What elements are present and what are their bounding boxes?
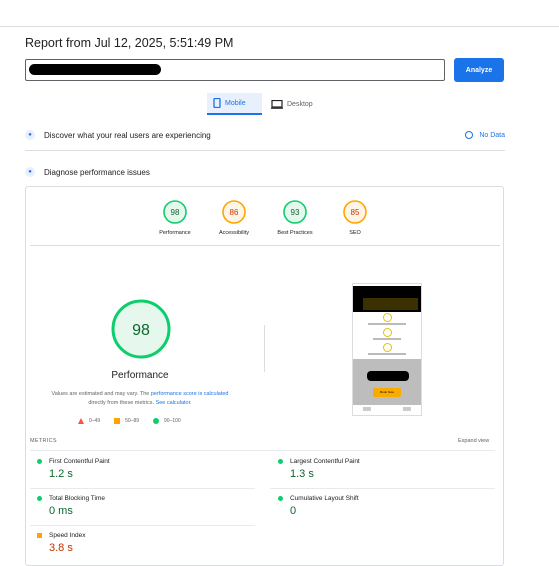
mobile-icon <box>213 98 221 108</box>
metric-value: 1.2 s <box>49 468 73 480</box>
metric-name: Total Blocking Time <box>49 495 105 502</box>
feature-icon <box>383 328 392 337</box>
redacted-text <box>367 371 409 381</box>
legend-fail-label: 0–49 <box>89 418 101 424</box>
pass-dot-icon <box>37 459 42 464</box>
metric-value: 3.8 s <box>49 542 73 554</box>
users-icon: ● <box>25 130 35 140</box>
tab-mobile-label: Mobile <box>225 99 246 107</box>
metric-divider <box>30 525 255 526</box>
metric-divider <box>30 488 255 489</box>
big-gauge-score: 98 <box>132 322 150 339</box>
url-input[interactable] <box>25 59 445 81</box>
estimate-note: Values are estimated and may vary. The p… <box>30 390 250 408</box>
real-users-heading: Discover what your real users are experi… <box>44 130 211 140</box>
score-gauge-performance[interactable]: 98 Performance <box>145 199 205 236</box>
score-gauge-best-practices[interactable]: 93 Best Practices <box>265 199 325 236</box>
metric-cls: Cumulative Layout Shift 0 <box>278 495 498 517</box>
info-icon <box>465 131 474 139</box>
vertical-divider <box>264 325 265 372</box>
pass-dot-icon <box>278 496 283 501</box>
gauge-ring: 85 <box>343 200 367 224</box>
redacted-url <box>29 64 161 75</box>
metric-name: Speed Index <box>49 532 86 539</box>
metric-speed-index: Speed Index 3.8 s <box>37 532 257 554</box>
metric-name: Cumulative Layout Shift <box>290 495 359 502</box>
gauge-label: Best Practices <box>277 230 313 236</box>
section-divider <box>25 150 505 151</box>
note-text-1: Values are estimated and may vary. The <box>51 391 151 397</box>
nav-item <box>403 407 411 411</box>
report-title: Report from Jul 12, 2025, 5:51:49 PM <box>25 36 234 50</box>
metric-divider <box>270 488 495 489</box>
metric-fcp: First Contentful Paint 1.2 s <box>37 458 257 480</box>
score-gauge-seo[interactable]: 85 SEO <box>325 199 385 236</box>
gauge-ring: 98 <box>163 200 187 224</box>
gauge-label: Accessibility <box>219 230 249 236</box>
performance-big-gauge: 98 <box>111 299 171 359</box>
header-divider <box>0 26 559 27</box>
gauge-label: SEO <box>349 230 361 236</box>
score-gauge-accessibility[interactable]: 86 Accessibility <box>204 199 264 236</box>
book-now-button: Book Now <box>373 388 401 397</box>
metric-value: 0 <box>290 505 297 517</box>
feature-icon <box>383 313 392 322</box>
square-icon <box>114 418 121 424</box>
tab-mobile[interactable]: Mobile <box>207 93 262 115</box>
gauge-score: 93 <box>291 208 300 217</box>
circle-icon <box>153 418 160 424</box>
pass-dot-icon <box>37 496 42 501</box>
legend-fail: 0–49 <box>78 418 100 424</box>
tab-desktop[interactable]: Desktop <box>265 93 325 115</box>
no-data-indicator: No Data <box>465 131 505 139</box>
average-square-icon <box>37 533 42 538</box>
legend-pass: 90–100 <box>153 418 181 424</box>
score-calc-link[interactable]: performance score is calculated <box>151 391 229 397</box>
score-legend: 0–49 50–89 90–100 <box>78 418 181 424</box>
text-line <box>373 338 401 340</box>
performance-title: Performance <box>111 370 169 381</box>
desktop-icon <box>271 99 283 109</box>
gauge-label: Performance <box>159 230 191 236</box>
no-data-label: No Data <box>479 131 505 139</box>
see-calculator-link[interactable]: See calculator. <box>156 400 192 406</box>
triangle-icon <box>78 418 84 424</box>
gauge-score: 85 <box>351 208 360 217</box>
nav-item <box>363 407 371 411</box>
gauge-score: 86 <box>230 208 239 217</box>
metric-lcp: Largest Contentful Paint 1.3 s <box>278 458 498 480</box>
text-line <box>368 323 406 325</box>
page-screenshot: Book Now <box>352 283 422 416</box>
expand-view-toggle[interactable]: Expand view <box>458 438 489 444</box>
note-text-2: directly from these metrics. <box>88 400 156 406</box>
metric-tbt: Total Blocking Time 0 ms <box>37 495 257 517</box>
feature-icon <box>383 343 392 352</box>
hero-image <box>353 359 421 405</box>
legend-average-label: 50–89 <box>125 418 140 424</box>
pass-dot-icon <box>278 459 283 464</box>
tab-desktop-label: Desktop <box>287 100 313 108</box>
metric-name: Largest Contentful Paint <box>290 458 360 465</box>
diagnose-heading: Diagnose performance issues <box>44 167 150 177</box>
gauge-ring: 93 <box>283 200 307 224</box>
metrics-header: METRICS <box>30 438 57 444</box>
gauges-divider <box>30 245 500 246</box>
metric-name: First Contentful Paint <box>49 458 110 465</box>
legend-pass-label: 90–100 <box>164 418 181 424</box>
real-users-section: ● Discover what your real users are expe… <box>25 127 505 143</box>
metric-value: 0 ms <box>49 505 73 517</box>
analyze-button[interactable]: Analyze <box>454 58 504 82</box>
gauge-score: 98 <box>171 208 180 217</box>
diagnose-section: ● Diagnose performance issues <box>25 165 505 179</box>
gauge-ring: 86 <box>222 200 246 224</box>
diagnose-icon: ● <box>25 167 35 177</box>
redacted-banner <box>363 298 418 310</box>
metrics-divider <box>30 450 495 451</box>
text-line <box>368 353 406 355</box>
metric-value: 1.3 s <box>290 468 314 480</box>
legend-average: 50–89 <box>114 418 139 424</box>
